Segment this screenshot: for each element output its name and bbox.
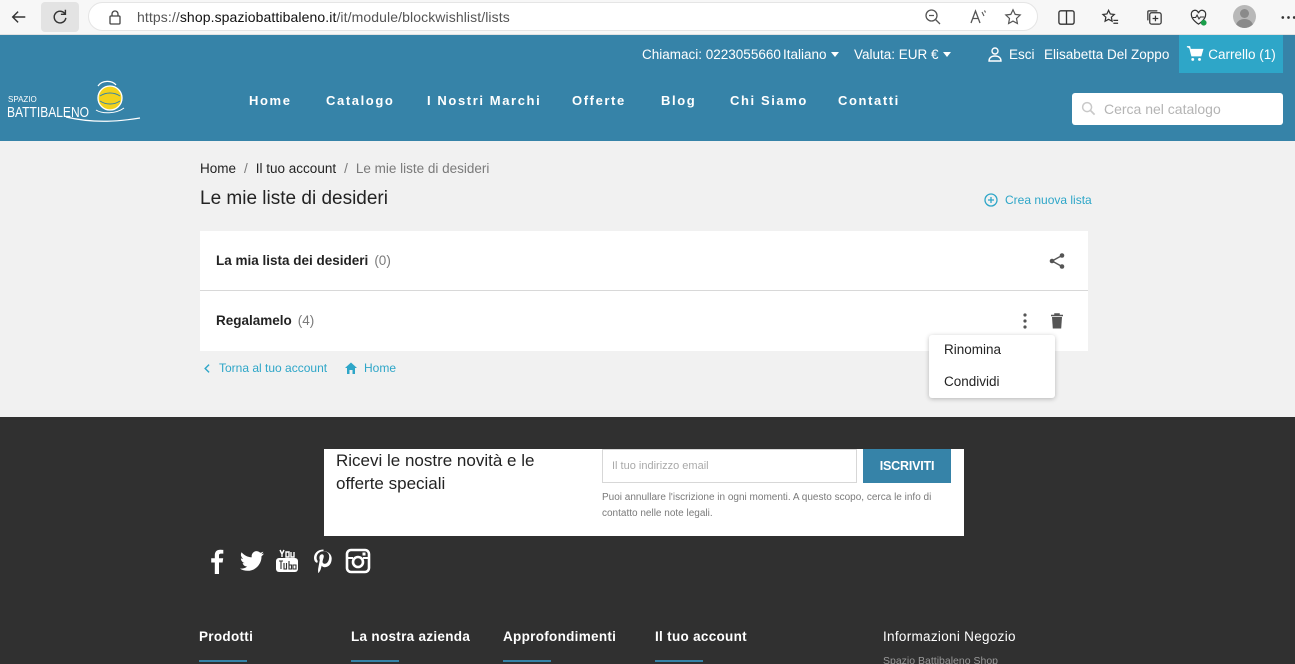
wishlist-count: (0) (374, 253, 391, 268)
nav-contatti[interactable]: Contatti (838, 93, 900, 108)
logout-link[interactable]: Esci (987, 35, 1035, 73)
browser-toolbar: https://shop.spaziobattibaleno.it/it/mod… (0, 0, 1295, 35)
split-screen-icon (1057, 9, 1075, 25)
nav-marchi[interactable]: I Nostri Marchi (427, 93, 541, 108)
arrow-left-icon (11, 11, 26, 23)
footer-heading-prodotti: Prodotti (199, 629, 254, 644)
search-input[interactable]: Cerca nel catalogo (1072, 93, 1283, 125)
wishlist-options-dropdown: Rinomina Condividi (929, 335, 1055, 398)
menu-item-rename[interactable]: Rinomina (944, 342, 1001, 357)
create-list-link[interactable]: Crea nuova lista (984, 193, 1092, 207)
share-icon (1049, 253, 1065, 269)
facebook-icon (211, 549, 224, 574)
wishlist-name: Regalamelo (216, 313, 292, 328)
collections-icon (1146, 9, 1162, 25)
favorites-button[interactable] (1099, 6, 1121, 28)
profile-avatar[interactable] (1233, 5, 1256, 28)
youtube-link[interactable] (273, 547, 301, 575)
nav-chi-siamo[interactable]: Chi Siamo (730, 93, 808, 108)
collections-button[interactable] (1143, 6, 1165, 28)
home-link[interactable]: Home (344, 361, 396, 375)
footer-underline (503, 660, 551, 662)
pinterest-link[interactable] (309, 547, 337, 575)
back-to-account-link[interactable]: Torna al tuo account (202, 361, 327, 375)
wishlist-count: (4) (297, 313, 315, 328)
twitter-icon (240, 551, 264, 571)
subscribe-button[interactable]: ISCRIVITI (863, 449, 951, 483)
footer-heading-approfondimenti: Approfondimenti (503, 629, 617, 644)
menu-item-share[interactable]: Condividi (944, 374, 1000, 389)
pinterest-icon (314, 549, 332, 573)
plus-circle-icon (984, 193, 998, 207)
footer-underline (199, 660, 247, 662)
delete-button[interactable] (1047, 311, 1067, 331)
newsletter-block: Ricevi le nostre novità e le offerte spe… (324, 449, 964, 536)
chevron-left-icon (204, 363, 210, 373)
more-dots-icon (1280, 15, 1295, 19)
footer-underline (655, 660, 703, 662)
breadcrumb-account[interactable]: Il tuo account (256, 161, 336, 176)
store-name: Spazio Battibaleno Shop (883, 655, 999, 664)
site-header: Chiamaci: 0223055660 Italiano Valuta: EU… (0, 35, 1295, 141)
favorite-star-icon[interactable] (1004, 8, 1022, 26)
share-button[interactable] (1047, 251, 1067, 271)
reload-button[interactable] (41, 2, 79, 32)
footer-heading-account: Il tuo account (655, 629, 747, 644)
split-screen-button[interactable] (1055, 6, 1077, 28)
vertical-dots-icon (1023, 313, 1027, 329)
nav-catalogo[interactable]: Catalogo (326, 93, 394, 108)
trash-icon (1051, 313, 1063, 329)
lock-icon (109, 10, 121, 25)
options-menu-button[interactable] (1015, 311, 1035, 331)
read-aloud-icon[interactable] (969, 8, 987, 26)
cart-icon (1187, 46, 1204, 61)
search-icon (1081, 101, 1096, 116)
breadcrumb-current: Le mie liste di desideri (355, 161, 490, 176)
language-selector[interactable]: Italiano (783, 35, 839, 73)
caret-down-icon (942, 51, 951, 57)
youtube-icon (276, 549, 298, 572)
footer-heading-negozio: Informazioni Negozio (883, 629, 1016, 644)
breadcrumb-home[interactable]: Home (200, 161, 236, 176)
cart-button[interactable]: Carrello (1) (1179, 35, 1283, 73)
newsletter-note: Puoi annullare l'iscrizione in ogni mome… (602, 492, 932, 519)
caret-down-icon (830, 51, 839, 57)
phone-text: Chiamaci: 0223055660 (642, 46, 781, 62)
site-logo[interactable]: SPAZIO BATTIBALENO (6, 80, 142, 125)
user-icon (988, 47, 1002, 62)
facebook-link[interactable] (203, 547, 231, 575)
breadcrumb: Home / Il tuo account / Le mie liste di … (200, 161, 490, 176)
back-button[interactable] (0, 2, 38, 32)
twitter-link[interactable] (238, 547, 266, 575)
heart-pulse-icon (1190, 9, 1207, 26)
account-name-link[interactable]: Elisabetta Del Zoppo (1044, 35, 1169, 73)
nav-offerte[interactable]: Offerte (572, 93, 626, 108)
home-icon (345, 362, 357, 374)
footer-heading-azienda: La nostra azienda (351, 629, 471, 644)
wishlist-item[interactable]: La mia lista dei desideri (0) (200, 231, 1088, 291)
more-menu-button[interactable] (1277, 6, 1295, 28)
newsletter-title: Ricevi le nostre novità e le offerte spe… (336, 451, 535, 493)
address-bar[interactable]: https://shop.spaziobattibaleno.it/it/mod… (88, 2, 1038, 31)
url-text: https://shop.spaziobattibaleno.it/it/mod… (137, 9, 510, 25)
zoom-out-icon[interactable] (924, 8, 942, 26)
reload-icon (53, 9, 67, 24)
instagram-link[interactable] (344, 547, 372, 575)
instagram-icon (345, 548, 371, 574)
svg-text:SPAZIO: SPAZIO (8, 95, 37, 104)
page-title: Le mie liste di desideri (200, 188, 388, 209)
browser-essentials-button[interactable] (1187, 6, 1209, 28)
footer-underline (351, 660, 399, 662)
wishlist-name: La mia lista dei desideri (216, 253, 369, 268)
currency-selector[interactable]: Valuta: EUR € (854, 35, 951, 73)
favorites-list-icon (1101, 8, 1118, 24)
newsletter-email-input[interactable]: Il tuo indirizzo email (602, 449, 857, 483)
nav-home[interactable]: Home (249, 93, 292, 108)
svg-text:BATTIBALENO: BATTIBALENO (7, 104, 89, 121)
nav-blog[interactable]: Blog (661, 93, 696, 108)
